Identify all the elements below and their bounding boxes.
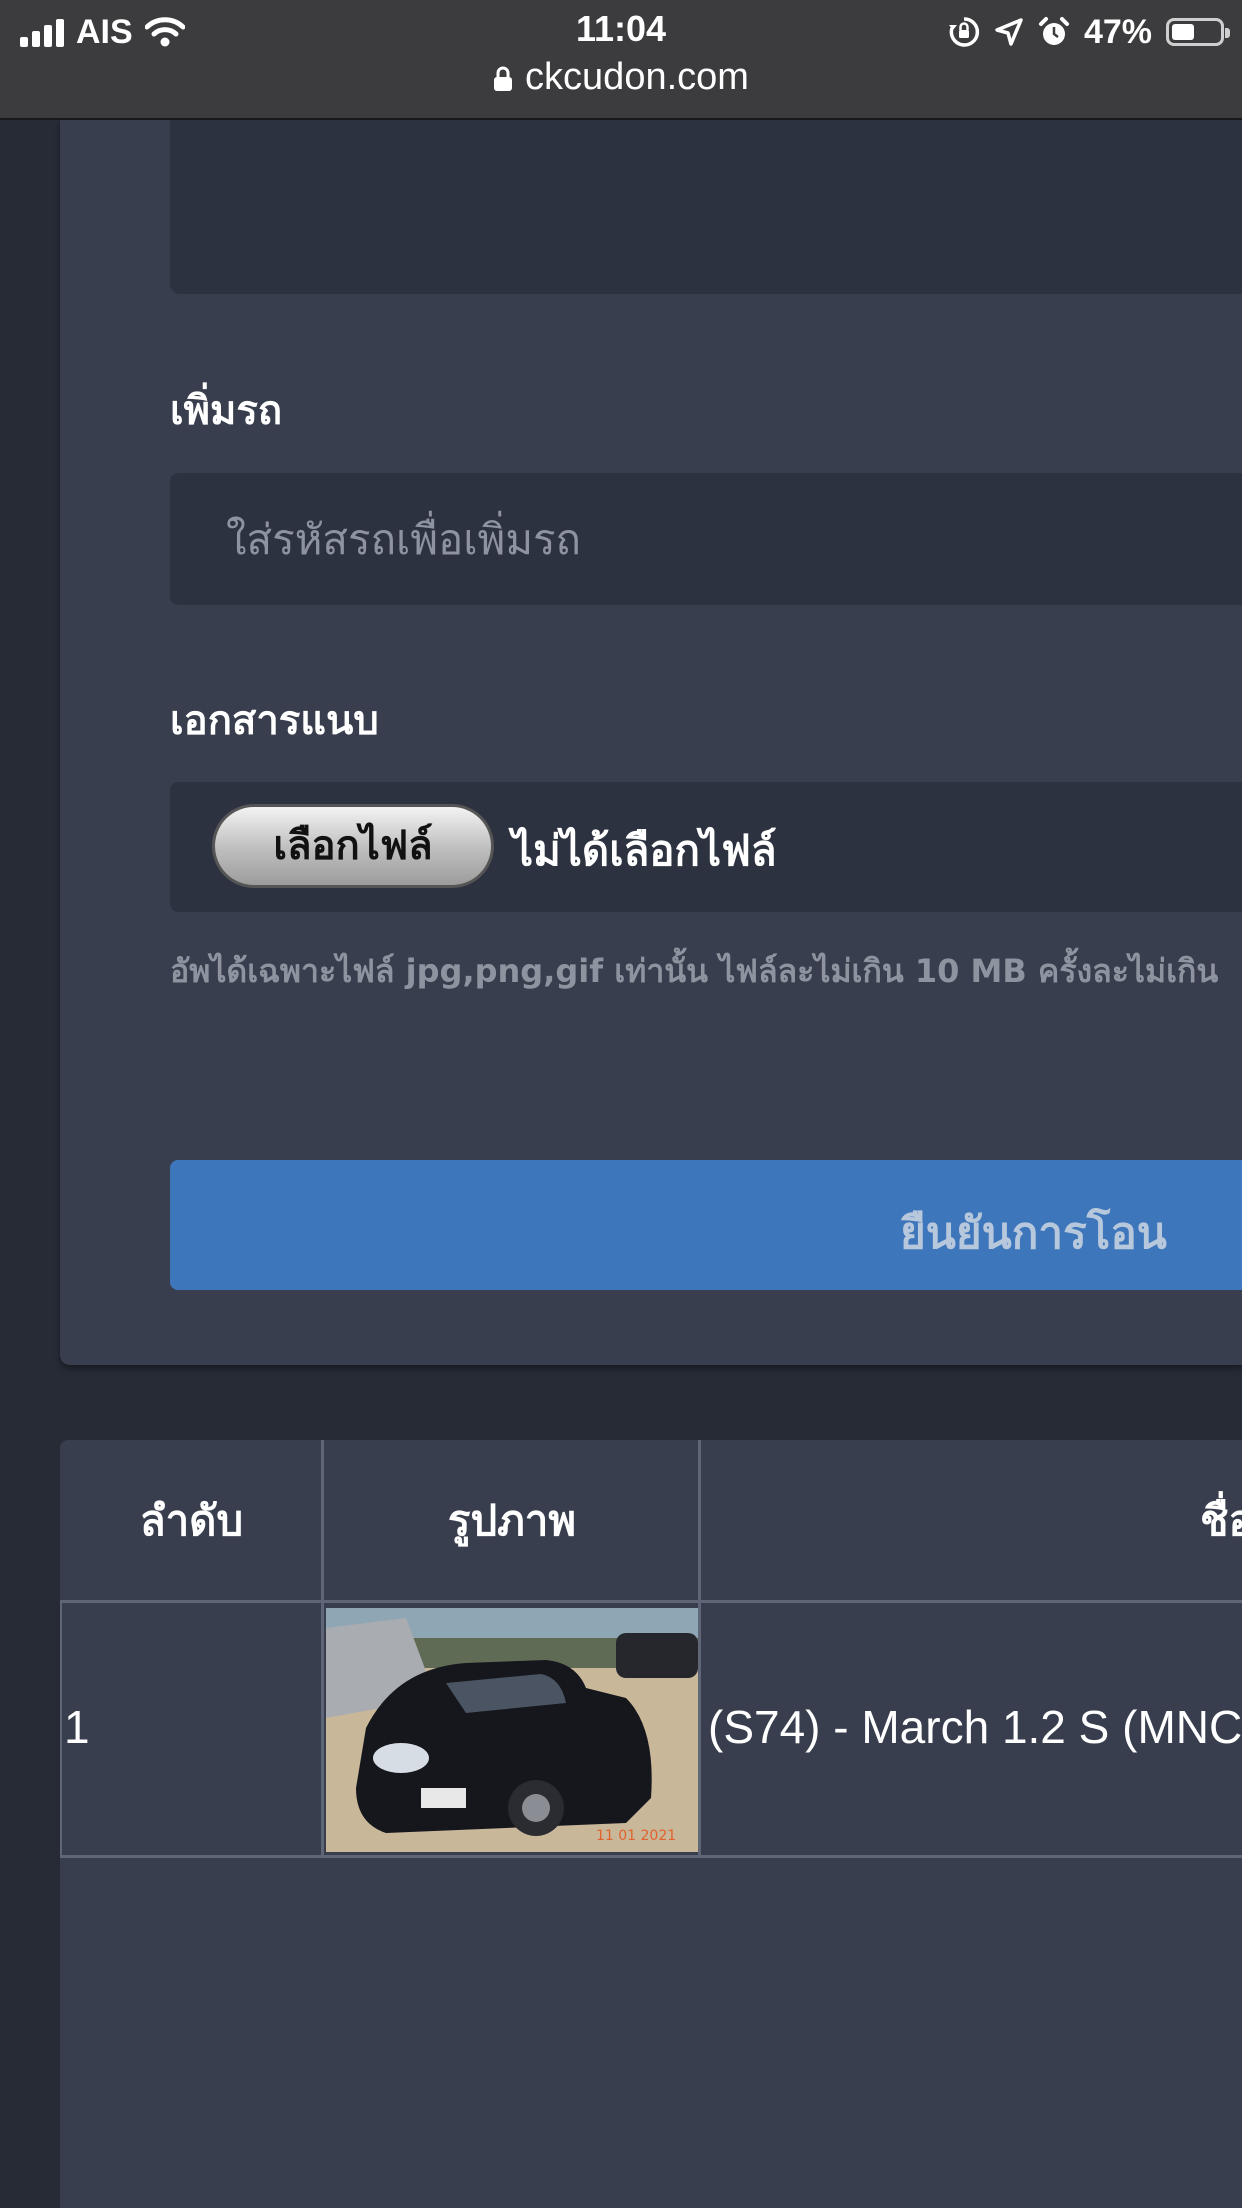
attachment-label: เอกสารแนบ xyxy=(170,698,379,744)
column-divider xyxy=(698,1440,701,1858)
url-text: ckcudon.com xyxy=(525,56,749,98)
file-status-text: ไม่ได้เลือกไฟล์ xyxy=(512,826,777,875)
add-car-label: เพิ่มรถ xyxy=(170,388,283,434)
choose-file-button[interactable]: เลือกไฟล์ xyxy=(212,804,494,888)
transfer-form-card: เพิ่มรถ เอกสารแนบ เลือกไฟล์ ไม่ได้เลือกไ… xyxy=(60,120,1242,1365)
header-image: รูปภาพ xyxy=(447,1496,577,1545)
alarm-icon xyxy=(1038,17,1069,45)
upload-hint: อัพได้เฉพาะไฟล์ jpg,png,gif เท่านั้น ไฟล… xyxy=(170,952,1219,990)
confirm-transfer-button[interactable]: ยืนยันการโอน xyxy=(170,1160,1242,1290)
battery-icon xyxy=(1166,18,1230,46)
file-upload-field[interactable]: เลือกไฟล์ ไม่ได้เลือกไฟล์ xyxy=(170,782,1242,912)
row-left-border xyxy=(60,1600,62,1858)
location-icon xyxy=(995,18,1023,46)
note-textarea[interactable] xyxy=(170,120,1242,294)
status-bar: AIS 11:04 47% ckcudon.com xyxy=(0,0,1242,120)
car-table: ลำดับ รูปภาพ ชื่อ 1 11 01 2021 (S74) - M… xyxy=(60,1440,1242,2208)
orientation-lock-icon xyxy=(948,17,980,47)
svg-text:11 01 2021: 11 01 2021 xyxy=(596,1828,676,1844)
confirm-transfer-label: ยืนยันการโอน xyxy=(900,1208,1167,1259)
header-divider xyxy=(60,1600,1242,1603)
header-index: ลำดับ xyxy=(139,1496,244,1545)
row-car-name: (S74) - March 1.2 S (MNC xyxy=(708,1701,1242,1753)
row-index: 1 xyxy=(64,1701,90,1753)
address-bar[interactable]: ckcudon.com xyxy=(0,56,1242,99)
row-divider xyxy=(60,1855,1242,1858)
car-thumbnail[interactable]: 11 01 2021 xyxy=(326,1608,698,1852)
lock-icon xyxy=(494,66,513,91)
battery-percentage: 47% xyxy=(1083,12,1152,51)
header-name: ชื่อ xyxy=(1200,1496,1242,1545)
column-divider xyxy=(321,1440,324,1858)
car-code-input[interactable] xyxy=(170,473,1242,605)
